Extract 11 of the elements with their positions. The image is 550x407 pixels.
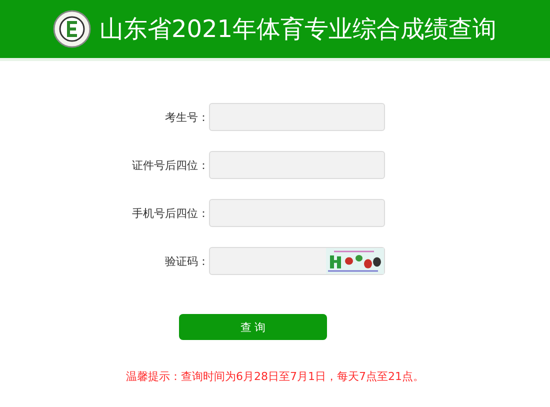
- notice-text: 温馨提示：查询时间为6月28日至7月1日，每天7点至21点。: [126, 369, 424, 384]
- field-label: 验证码：: [164, 254, 209, 268]
- page-title: 山东省2021年体育专业综合成绩查询: [99, 14, 497, 45]
- input-field[interactable]: [209, 199, 385, 227]
- query-button[interactable]: 查 询: [179, 314, 327, 340]
- field-label: 证件号后四位：: [131, 158, 209, 172]
- input-field[interactable]: [209, 103, 385, 131]
- input-field[interactable]: [209, 151, 385, 179]
- logo-icon: [53, 10, 92, 48]
- field-label: 手机号后四位：: [131, 206, 209, 220]
- field-label: 考生号：: [164, 110, 209, 124]
